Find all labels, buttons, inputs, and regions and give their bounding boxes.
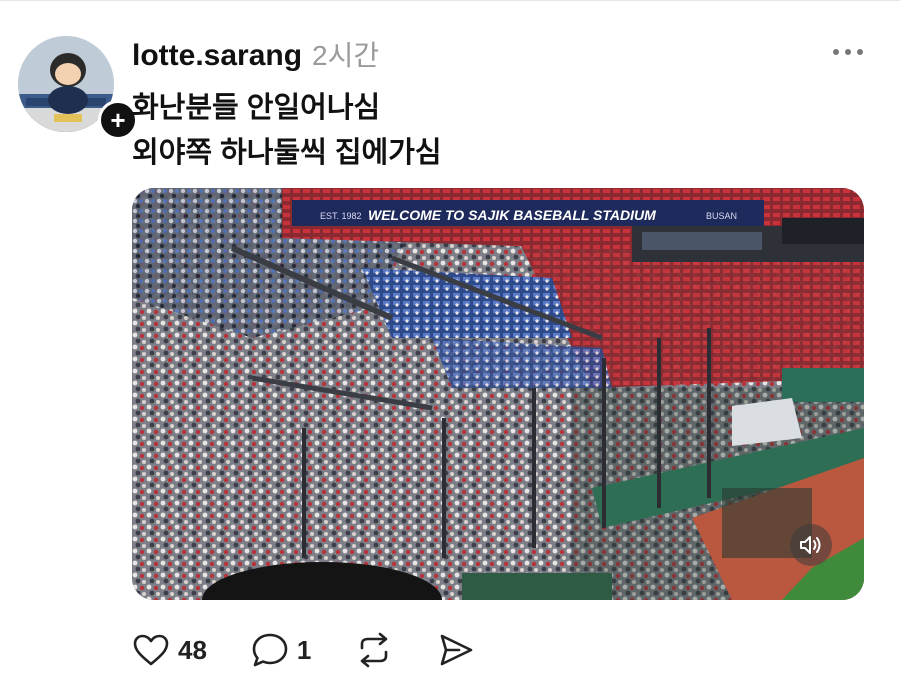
post-text: 화난분들 안일어나심 외야쪽 하나둘씩 집에가심 bbox=[132, 86, 442, 176]
more-horizontal-icon bbox=[833, 49, 863, 55]
like-button[interactable]: 48 bbox=[132, 633, 207, 667]
top-divider bbox=[0, 0, 900, 1]
post-time: 2시간 bbox=[312, 40, 380, 71]
comment-button[interactable]: 1 bbox=[251, 632, 311, 668]
speaker-icon bbox=[800, 536, 821, 554]
repost-button[interactable] bbox=[355, 632, 393, 668]
post-actions: 48 1 bbox=[132, 632, 519, 668]
username[interactable]: lotte.sarang bbox=[132, 39, 302, 73]
heart-icon bbox=[133, 634, 169, 666]
stadium-photo: WELCOME TO SAJIK BASEBALL STADIUM EST. 1… bbox=[132, 188, 864, 600]
post-text-line-2: 외야쪽 하나둘씩 집에가심 bbox=[132, 137, 442, 169]
plus-icon: + bbox=[110, 105, 126, 135]
banner-est-text: EST. 1982 bbox=[320, 211, 362, 221]
send-icon bbox=[441, 634, 473, 666]
mute-button[interactable] bbox=[790, 524, 832, 566]
avatar-container[interactable]: + bbox=[18, 36, 138, 140]
like-count: 48 bbox=[178, 634, 207, 665]
share-button[interactable] bbox=[437, 632, 475, 668]
repost-icon bbox=[361, 632, 388, 668]
comment-count: 1 bbox=[296, 634, 312, 665]
comment-icon bbox=[252, 633, 288, 667]
post-text-line-1: 화난분들 안일어나심 bbox=[132, 92, 381, 124]
more-options-button[interactable] bbox=[832, 44, 864, 60]
post-image[interactable]: WELCOME TO SAJIK BASEBALL STADIUM EST. 1… bbox=[132, 188, 864, 600]
post-header: lotte.sarang 2시간 bbox=[132, 34, 379, 74]
stadium-banner-text: WELCOME TO SAJIK BASEBALL STADIUM bbox=[368, 207, 656, 223]
banner-busan-text: BUSAN bbox=[706, 211, 737, 221]
